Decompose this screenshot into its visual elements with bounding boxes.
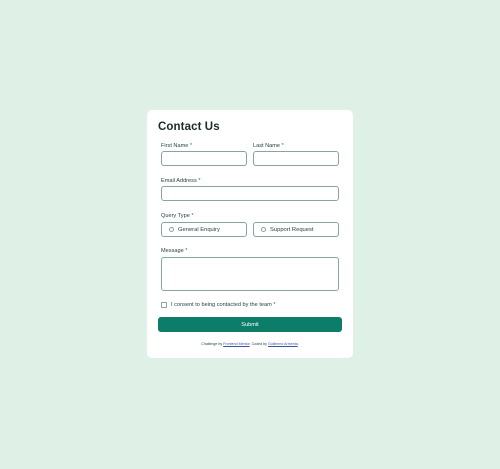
query-option-general-enquiry[interactable]: General Enquiry: [161, 222, 247, 237]
form-title: Contact Us: [158, 121, 220, 133]
email-label: Email Address *: [161, 178, 201, 184]
required-marker: *: [185, 248, 188, 254]
attribution-suffix: .: [297, 342, 299, 346]
consent-label-text: I consent to being contacted by the team: [171, 301, 272, 308]
query-type-label-text: Query Type: [161, 213, 190, 219]
email-label-text: Email Address: [161, 178, 197, 184]
last-name-label-text: Last Name: [253, 143, 281, 149]
support-request-label: Support Request: [270, 226, 314, 233]
attribution-middle: . Coded by: [249, 342, 267, 346]
last-name-input[interactable]: [253, 151, 339, 166]
radio-circle-icon[interactable]: [169, 227, 174, 232]
attribution-prefix: Challenge by: [201, 342, 223, 346]
last-name-label: Last Name *: [253, 143, 284, 149]
message-textarea[interactable]: [161, 257, 339, 291]
general-enquiry-label: General Enquiry: [178, 226, 220, 233]
consent-label: I consent to being contacted by the team…: [171, 302, 276, 308]
message-label: Message *: [161, 248, 187, 254]
required-marker: *: [189, 143, 193, 149]
required-marker: *: [281, 143, 284, 149]
email-input[interactable]: [161, 186, 339, 201]
query-type-label: Query Type *: [161, 213, 194, 219]
first-name-label: First Name *: [161, 143, 192, 149]
radio-circle-icon[interactable]: [261, 227, 266, 232]
contact-form-card: Contact Us First Name * Last Name * Emai…: [147, 110, 353, 358]
first-name-input[interactable]: [161, 151, 247, 166]
attribution: Challenge by Frontend Mentor. Coded by G…: [147, 342, 353, 346]
author-link[interactable]: Guillermo Armenta: [268, 342, 298, 346]
required-marker: *: [191, 213, 194, 219]
required-marker: *: [273, 301, 276, 308]
query-option-support-request[interactable]: Support Request: [253, 222, 339, 237]
consent-checkbox[interactable]: [161, 302, 167, 308]
frontend-mentor-link[interactable]: Frontend Mentor: [223, 342, 249, 346]
required-marker: *: [198, 178, 201, 184]
first-name-label-text: First Name: [161, 143, 189, 149]
submit-button[interactable]: Submit: [158, 317, 342, 332]
message-label-text: Message: [161, 248, 184, 254]
